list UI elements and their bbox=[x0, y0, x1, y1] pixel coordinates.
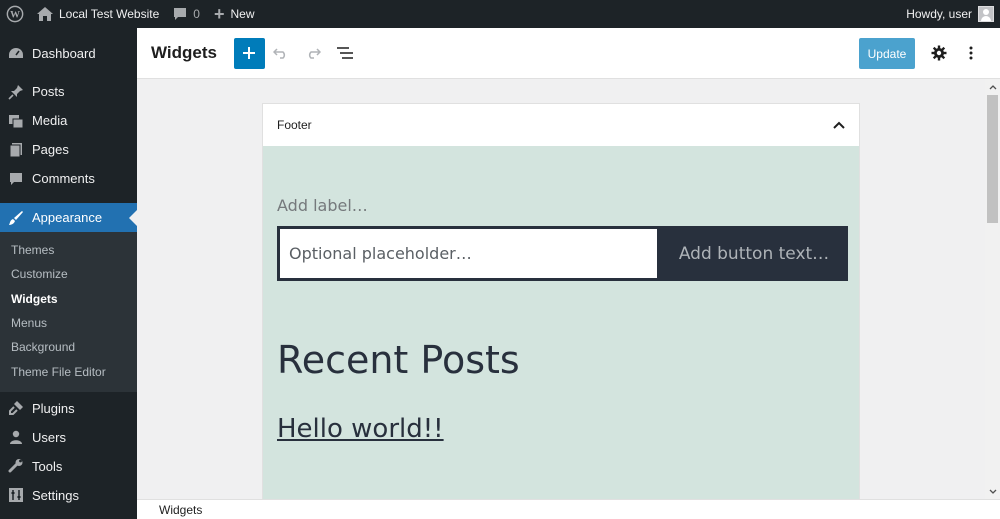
new-label: New bbox=[230, 7, 255, 21]
widget-area-panel: Footer Add label… Optional placeholder… … bbox=[262, 103, 860, 499]
users-icon bbox=[8, 429, 24, 445]
sidebar-item-label: Pages bbox=[32, 142, 69, 157]
search-placeholder-field[interactable]: Optional placeholder… bbox=[277, 226, 660, 281]
search-label-field[interactable]: Add label… bbox=[277, 196, 368, 215]
sidebar-item-label: Media bbox=[32, 113, 68, 128]
undo-button[interactable] bbox=[265, 37, 297, 69]
scroll-down-arrow-icon[interactable] bbox=[985, 485, 1000, 497]
sidebar-item-label: Settings bbox=[32, 487, 79, 503]
comments-link[interactable]: 0 bbox=[166, 0, 207, 28]
widget-area-content: Add label… Optional placeholder… Add but… bbox=[263, 146, 859, 499]
home-icon bbox=[37, 7, 53, 21]
submenu-theme-file-editor[interactable]: Theme File Editor bbox=[0, 359, 137, 383]
more-vertical-icon bbox=[969, 46, 973, 60]
plugin-icon bbox=[8, 400, 24, 416]
page-title: Widgets bbox=[151, 43, 217, 62]
appearance-submenu: Themes Customize Widgets Menus Backgroun… bbox=[0, 232, 137, 392]
editor-canvas: Footer Add label… Optional placeholder… … bbox=[137, 79, 985, 499]
search-button-text-field[interactable]: Add button text… bbox=[660, 226, 848, 281]
sidebar-item-posts[interactable]: Posts bbox=[0, 77, 137, 106]
site-name: Local Test Website bbox=[59, 7, 160, 21]
sidebar-item-label: Dashboard bbox=[32, 46, 96, 61]
pages-icon bbox=[8, 142, 24, 158]
sidebar-item-plugins[interactable]: Plugins bbox=[0, 394, 137, 423]
sidebar-item-label: Comments bbox=[32, 171, 95, 186]
submenu-themes[interactable]: Themes bbox=[0, 238, 137, 262]
sidebar-item-settings[interactable]: Settings bbox=[0, 481, 137, 510]
submenu-background[interactable]: Background bbox=[0, 335, 137, 359]
sidebar-item-pages[interactable]: Pages bbox=[0, 135, 137, 164]
sidebar-item-label: Posts bbox=[32, 84, 65, 99]
sidebar-item-label: Users bbox=[32, 429, 66, 445]
wordpress-logo-icon[interactable]: W bbox=[0, 0, 30, 28]
update-button[interactable]: Update bbox=[859, 38, 915, 69]
plus-icon bbox=[243, 47, 256, 59]
sidebar-item-label: Plugins bbox=[32, 400, 75, 416]
admin-bar: W Local Test Website 0 + New Howdy, user bbox=[0, 0, 1000, 28]
sidebar-item-comments[interactable]: Comments bbox=[0, 164, 137, 193]
admin-sidebar: Dashboard Posts Media Pages Comments App… bbox=[0, 28, 137, 519]
pin-icon bbox=[8, 84, 24, 100]
submenu-customize[interactable]: Customize bbox=[0, 262, 137, 286]
scroll-up-arrow-icon[interactable] bbox=[985, 81, 1000, 93]
wrench-icon bbox=[8, 458, 24, 474]
add-block-button[interactable] bbox=[233, 37, 265, 69]
comment-bubble-icon bbox=[173, 7, 187, 21]
widget-area-header[interactable]: Footer bbox=[263, 104, 859, 146]
list-view-icon bbox=[336, 47, 353, 59]
sidebar-item-tools[interactable]: Tools bbox=[0, 452, 137, 481]
block-breadcrumb-bar: Widgets bbox=[137, 499, 1000, 519]
settings-button[interactable] bbox=[925, 39, 953, 67]
sidebar-item-dashboard[interactable]: Dashboard bbox=[0, 39, 137, 68]
widget-area-title: Footer bbox=[277, 118, 312, 132]
site-name-link[interactable]: Local Test Website bbox=[30, 0, 166, 28]
dashboard-icon bbox=[8, 46, 24, 62]
settings-icon bbox=[8, 487, 24, 503]
media-icon bbox=[8, 113, 24, 129]
new-content-link[interactable]: + New bbox=[207, 0, 262, 28]
brush-icon bbox=[8, 210, 24, 226]
submenu-widgets[interactable]: Widgets bbox=[0, 287, 137, 311]
redo-button[interactable] bbox=[297, 37, 329, 69]
plus-icon: + bbox=[213, 4, 225, 24]
sidebar-item-appearance[interactable]: Appearance bbox=[0, 203, 137, 232]
sidebar-item-media[interactable]: Media bbox=[0, 106, 137, 135]
chevron-up-icon[interactable] bbox=[833, 121, 845, 129]
more-options-button[interactable] bbox=[957, 39, 985, 67]
comments-count: 0 bbox=[193, 7, 200, 21]
avatar bbox=[978, 6, 994, 22]
undo-icon bbox=[272, 48, 286, 59]
gear-icon bbox=[931, 45, 947, 61]
comment-icon bbox=[8, 171, 24, 187]
sidebar-item-label: Tools bbox=[32, 458, 63, 474]
redo-icon bbox=[308, 48, 321, 59]
recent-posts-heading[interactable]: Recent Posts bbox=[277, 338, 520, 382]
vertical-scrollbar[interactable] bbox=[985, 79, 1000, 499]
post-link[interactable]: Hello world!! bbox=[277, 414, 444, 444]
list-view-button[interactable] bbox=[329, 37, 361, 69]
breadcrumb[interactable]: Widgets bbox=[159, 503, 202, 517]
greeting: Howdy, user bbox=[906, 7, 972, 21]
account-menu[interactable]: Howdy, user bbox=[906, 0, 994, 28]
editor-header: Widgets Update bbox=[137, 28, 1000, 79]
scrollbar-thumb[interactable] bbox=[987, 95, 998, 223]
submenu-menus[interactable]: Menus bbox=[0, 311, 137, 335]
sidebar-item-label: Appearance bbox=[32, 210, 103, 225]
svg-text:W: W bbox=[10, 10, 20, 21]
sidebar-item-users[interactable]: Users bbox=[0, 423, 137, 452]
